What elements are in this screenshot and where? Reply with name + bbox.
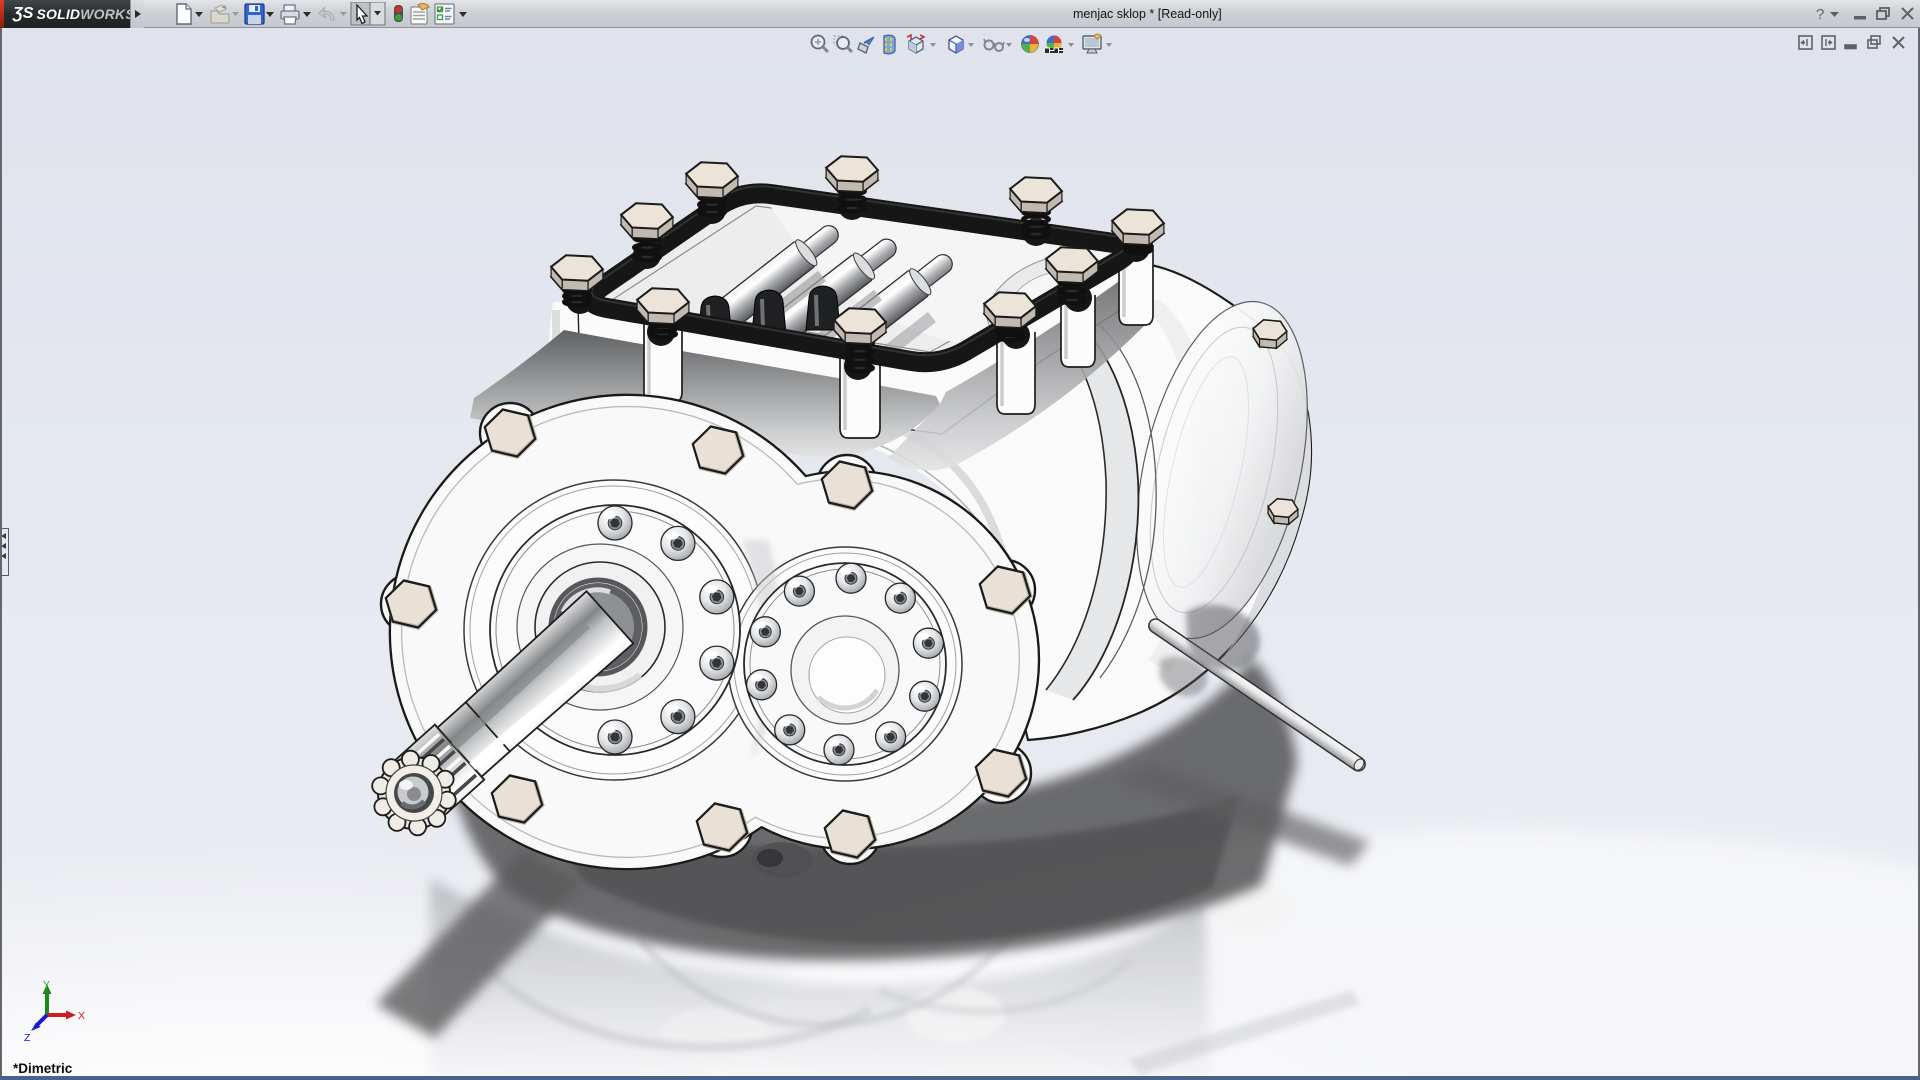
svg-text:X: X [78, 1010, 85, 1022]
svg-text:Z: Z [24, 1032, 31, 1044]
svg-text:?: ? [1816, 6, 1824, 23]
svg-text:Y: Y [43, 979, 50, 991]
